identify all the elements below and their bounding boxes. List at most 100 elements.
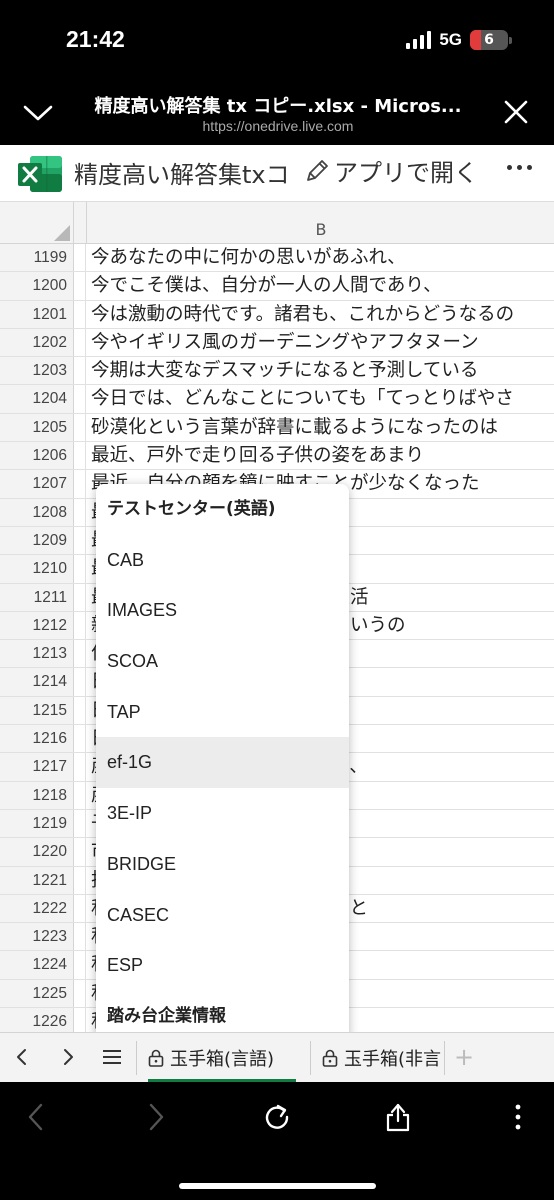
share-icon[interactable] <box>383 1102 413 1132</box>
menu-item-sheet[interactable]: 3E-IP <box>96 788 349 839</box>
cell-b[interactable]: 今でこそ僕は、自分が一人の人間であり、 <box>91 272 554 299</box>
cell-a[interactable] <box>74 809 86 838</box>
cell-a[interactable] <box>74 979 86 1008</box>
cell-a[interactable] <box>74 583 86 611</box>
row-number[interactable]: 1222 <box>0 894 74 923</box>
row-number[interactable]: 1217 <box>0 753 74 781</box>
cell-a[interactable] <box>74 894 86 923</box>
open-in-app-label: アプリで開く <box>334 159 478 187</box>
sheet-tab-0[interactable]: 玉手箱(言語) <box>148 1033 296 1083</box>
cell-a[interactable] <box>74 781 86 809</box>
row-number[interactable]: 1219 <box>0 809 74 838</box>
row-number[interactable]: 1200 <box>0 272 74 300</box>
row-number[interactable]: 1209 <box>0 526 74 555</box>
back-icon[interactable] <box>22 1102 52 1132</box>
more-vertical-icon[interactable] <box>503 1102 533 1132</box>
sheet-list-icon[interactable] <box>103 1050 121 1064</box>
cell-b[interactable]: 今は激動の時代です。諸君も、これからどうなるの <box>91 301 554 328</box>
menu-item-sheet[interactable]: ef-1G <box>96 737 349 789</box>
forward-icon[interactable] <box>140 1102 170 1132</box>
row-number[interactable]: 1211 <box>0 583 74 611</box>
row-number[interactable]: 1204 <box>0 385 74 413</box>
column-header-b[interactable]: B <box>88 202 554 244</box>
row-number[interactable]: 1220 <box>0 838 74 866</box>
menu-item-sheet[interactable]: IMAGES <box>96 585 349 636</box>
row-number[interactable]: 1216 <box>0 725 74 753</box>
row-number[interactable]: 1207 <box>0 470 74 498</box>
row-number[interactable]: 1201 <box>0 300 74 328</box>
row-number[interactable]: 1226 <box>0 1008 74 1032</box>
cell-a[interactable] <box>74 385 86 413</box>
cell-a[interactable] <box>74 866 86 894</box>
row-number[interactable]: 1223 <box>0 923 74 951</box>
row-number[interactable]: 1208 <box>0 498 74 526</box>
row-number[interactable]: 1205 <box>0 413 74 442</box>
cell-a[interactable] <box>74 272 86 300</box>
cell-a[interactable] <box>74 526 86 555</box>
reload-icon[interactable] <box>262 1102 292 1132</box>
cell-a[interactable] <box>74 951 86 979</box>
cell-a[interactable] <box>74 838 86 866</box>
cell-a[interactable] <box>74 413 86 442</box>
cell-b[interactable]: 最近、戸外で走り回る子供の姿をあまり <box>91 442 554 469</box>
menu-item-sheet[interactable]: TAP <box>96 687 349 738</box>
cell-a[interactable] <box>74 753 86 781</box>
cell-b[interactable]: 今あなたの中に何かの思いがあふれ、 <box>91 244 554 271</box>
cell-b[interactable]: 今やイギリス風のガーデニングやアフタヌーン <box>91 329 554 356</box>
cell-a[interactable] <box>74 1008 86 1032</box>
row-number[interactable]: 1210 <box>0 555 74 583</box>
cell-b[interactable]: 砂漠化という言葉が辞書に載るようになったのは <box>91 414 554 441</box>
sheet-tab-1[interactable]: 玉手箱(非言 <box>322 1033 444 1083</box>
menu-item-sheet[interactable]: SCOA <box>96 636 349 687</box>
column-header-row: B <box>0 202 554 244</box>
chevron-left-icon[interactable] <box>12 1046 32 1068</box>
cell-a[interactable] <box>74 640 86 668</box>
cell-a[interactable] <box>74 725 86 753</box>
file-name[interactable]: 精度高い解答集txコ <box>74 155 290 190</box>
menu-item-sheet[interactable]: CASEC <box>96 890 349 941</box>
cell-a[interactable] <box>74 668 86 696</box>
cell-a[interactable] <box>74 357 86 385</box>
cell-a[interactable] <box>74 244 86 272</box>
close-icon[interactable] <box>502 98 530 126</box>
cell-b[interactable]: 今日では、どんなことについても「てっとりばやさ <box>91 385 554 412</box>
sheet-tab-label: 玉手箱(非言 <box>344 1049 442 1070</box>
row-number[interactable]: 1224 <box>0 951 74 979</box>
row-number[interactable]: 1221 <box>0 866 74 894</box>
row-number[interactable]: 1199 <box>0 244 74 272</box>
row-number[interactable]: 1202 <box>0 328 74 357</box>
open-in-app-button[interactable]: アプリで開く <box>304 153 478 188</box>
table-row: 1200 今でこそ僕は、自分が一人の人間であり、 <box>0 272 554 301</box>
cell-a[interactable] <box>74 470 86 498</box>
row-number[interactable]: 1212 <box>0 611 74 640</box>
menu-item-sheet[interactable]: BRIDGE <box>96 839 349 890</box>
row-number[interactable]: 1214 <box>0 668 74 696</box>
table-row: 1204 今日では、どんなことについても「てっとりばやさ <box>0 385 554 414</box>
cell-b[interactable]: 今期は大変なデスマッチになると予測している <box>91 357 554 384</box>
table-row: 1201 今は激動の時代です。諸君も、これからどうなるの <box>0 300 554 329</box>
row-number[interactable]: 1213 <box>0 640 74 668</box>
cell-a[interactable] <box>74 611 86 640</box>
cell-a[interactable] <box>74 498 86 526</box>
cell-a[interactable] <box>74 442 86 470</box>
row-number[interactable]: 1206 <box>0 442 74 470</box>
chevron-down-icon[interactable] <box>22 98 54 126</box>
menu-item-sheet[interactable]: CAB <box>96 535 349 586</box>
select-all-corner[interactable] <box>0 202 74 244</box>
cell-a[interactable] <box>74 328 86 357</box>
more-options-icon[interactable] <box>507 165 532 170</box>
menu-item-sheet[interactable]: ESP <box>96 940 349 991</box>
cell-a[interactable] <box>74 555 86 583</box>
row-number[interactable]: 1218 <box>0 781 74 809</box>
cell-a[interactable] <box>74 300 86 328</box>
cell-a[interactable] <box>74 923 86 951</box>
cell-a[interactable] <box>74 696 86 725</box>
lock-icon <box>322 1049 338 1067</box>
table-row: 1206 最近、戸外で走り回る子供の姿をあまり <box>0 442 554 471</box>
row-number[interactable]: 1215 <box>0 696 74 725</box>
row-number[interactable]: 1203 <box>0 357 74 385</box>
status-time: 21:42 <box>66 26 125 52</box>
chevron-right-icon[interactable] <box>58 1046 78 1068</box>
add-sheet-button[interactable]: + <box>454 1042 474 1072</box>
row-number[interactable]: 1225 <box>0 979 74 1008</box>
